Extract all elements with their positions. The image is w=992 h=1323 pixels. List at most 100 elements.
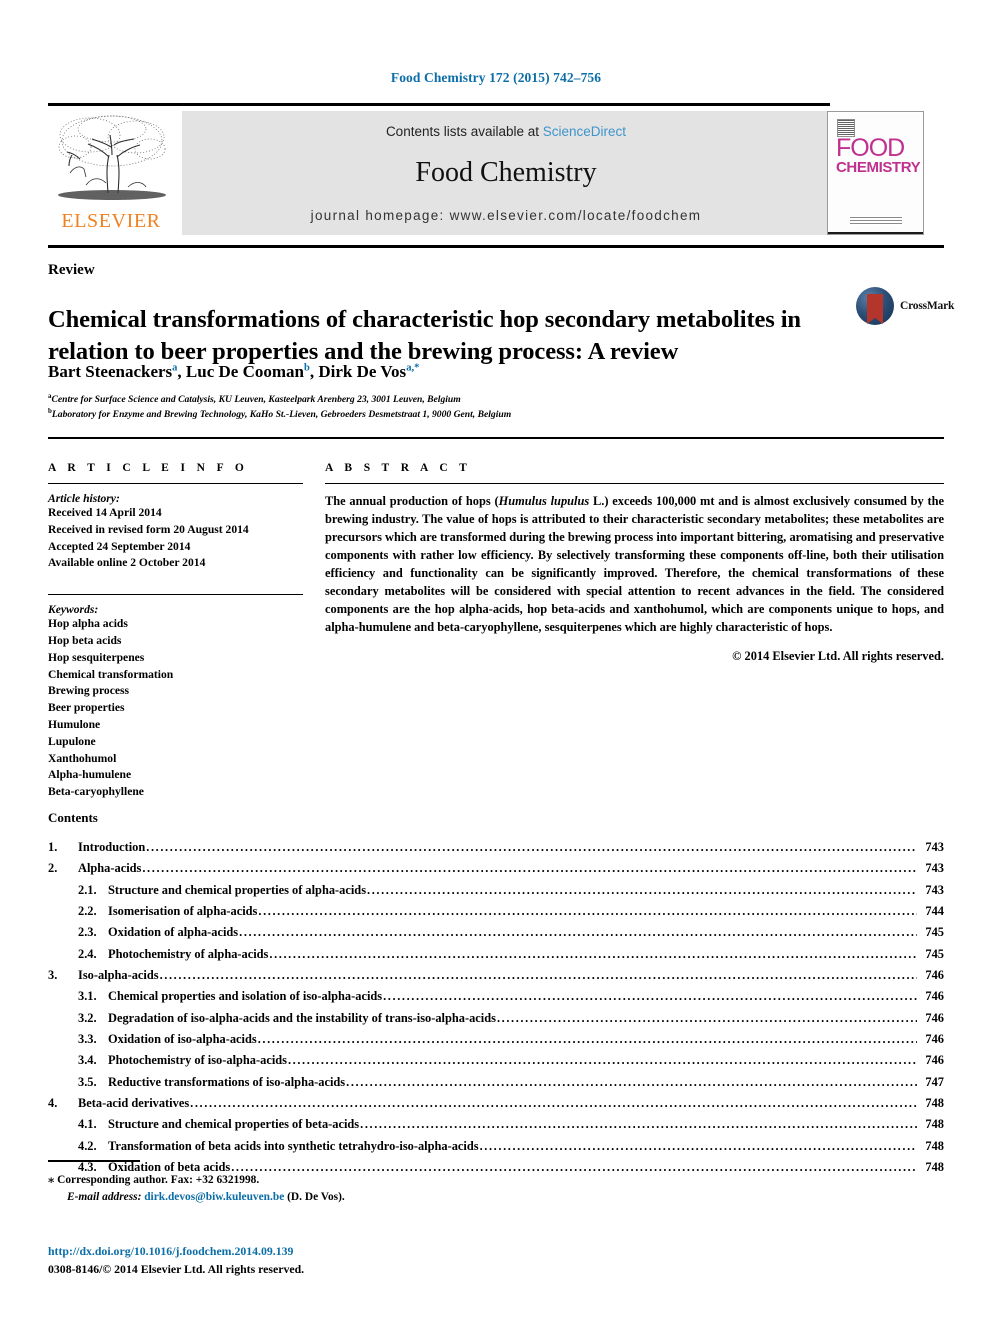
toc-entry[interactable]: 4.2. Transformation of beta acids into sy… bbox=[48, 1136, 944, 1157]
list-item: Hop beta acids bbox=[48, 633, 122, 647]
toc-label: Photochemistry of iso-alpha-acids bbox=[108, 1053, 287, 1068]
toc-dot-leader: ........................................… bbox=[142, 861, 917, 876]
list-item: Hop alpha acids bbox=[48, 617, 128, 631]
toc-label: Oxidation of iso-alpha-acids bbox=[108, 1031, 257, 1046]
toc-label: Chemical properties and isolation of iso… bbox=[108, 989, 383, 1004]
toc-entry[interactable]: 3.1. Chemical properties and isolation of… bbox=[48, 986, 944, 1007]
list-item: Humulone bbox=[48, 717, 101, 731]
sciencedirect-link[interactable]: ScienceDirect bbox=[543, 124, 626, 139]
doi-link[interactable]: http://dx.doi.org/10.1016/j.foodchem.201… bbox=[48, 1243, 648, 1261]
toc-label: Degradation of iso-alpha-acids and the i… bbox=[108, 1010, 496, 1025]
list-item: Available online 2 October 2014 bbox=[48, 556, 206, 570]
list-item: Lupulone bbox=[48, 734, 96, 748]
toc-number: 3. bbox=[48, 967, 58, 982]
title-top-rule bbox=[48, 245, 944, 248]
affiliation-item: bLaboratory for Enzyme and Brewing Techn… bbox=[48, 407, 838, 422]
toc-number: 3.5. bbox=[78, 1074, 97, 1089]
toc-dot-leader: ........................................… bbox=[257, 1031, 917, 1046]
toc-entry[interactable]: 2.2. Isomerisation of alpha-acids........… bbox=[48, 901, 944, 922]
toc-entry[interactable]: 2. Alpha-acids...........................… bbox=[48, 858, 944, 879]
toc-entry[interactable]: 2.4. Photochemistry of alpha-acids.......… bbox=[48, 944, 944, 965]
toc-dot-leader: ........................................… bbox=[269, 946, 917, 961]
issn-copyright-line: 0308-8146/© 2014 Elsevier Ltd. All right… bbox=[48, 1261, 305, 1276]
toc-label: Transformation of beta acids into synthe… bbox=[108, 1138, 479, 1153]
toc-label: Reductive transformations of iso-alpha-a… bbox=[108, 1074, 346, 1089]
email-owner: (D. De Vos). bbox=[287, 1191, 345, 1204]
affiliation-item: aCentre for Surface Science and Catalysi… bbox=[48, 392, 838, 407]
toc-label: Structure and chemical properties of alp… bbox=[108, 882, 367, 897]
toc-number: 1. bbox=[48, 840, 58, 854]
copyright-notice: © 2014 Elsevier Ltd. All rights reserved… bbox=[732, 649, 944, 664]
toc-number: 2.2. bbox=[78, 903, 97, 918]
toc-entry[interactable]: 2.3. Oxidation of alpha-acids............… bbox=[48, 922, 944, 943]
author-entry: Dirk De Vosa,* bbox=[318, 362, 419, 381]
abstract-text: The annual production of hops (Humulus l… bbox=[325, 493, 944, 637]
toc-page-number: 746 bbox=[925, 1010, 944, 1025]
toc-entry[interactable]: 3.2. Degradation of iso-alpha-acids and t… bbox=[48, 1008, 944, 1029]
contents-lists-prefix: Contents lists available at bbox=[385, 124, 543, 139]
toc-dot-leader: ........................................… bbox=[360, 1117, 917, 1132]
toc-entry[interactable]: 3.4. Photochemistry of iso-alpha-acids...… bbox=[48, 1050, 944, 1071]
toc-label: Alpha-acids bbox=[78, 861, 142, 876]
toc-number: 2.1. bbox=[78, 882, 97, 897]
crossmark-circle-icon bbox=[856, 287, 894, 325]
toc-label: Photochemistry of alpha-acids bbox=[108, 946, 269, 961]
keywords-divider bbox=[48, 594, 303, 596]
toc-dot-leader: ........................................… bbox=[496, 1010, 917, 1025]
toc-entry[interactable]: 2.1. Structure and chemical properties of… bbox=[48, 880, 944, 901]
toc-number: 3.1. bbox=[78, 989, 97, 1004]
species-name: Humulus lupulus bbox=[498, 494, 590, 508]
cover-top-rule bbox=[828, 112, 923, 114]
list-item: Received in revised form 20 August 2014 bbox=[48, 522, 249, 536]
elsevier-logo: ELSEVIER bbox=[50, 111, 172, 235]
toc-number: 4.1. bbox=[78, 1117, 97, 1132]
toc-entry[interactable]: 3. Iso-alpha-acids.......................… bbox=[48, 965, 944, 986]
author-name: Dirk De Vos bbox=[318, 362, 407, 381]
toc-dot-leader: ........................................… bbox=[383, 989, 917, 1004]
journal-banner: Contents lists available at ScienceDirec… bbox=[182, 111, 830, 235]
journal-title: Food Chemistry bbox=[415, 157, 597, 188]
article-info-divider bbox=[48, 483, 303, 484]
toc-dot-leader: ........................................… bbox=[367, 882, 917, 897]
toc-page-number: 748 bbox=[925, 1138, 944, 1153]
toc-number: 3.3. bbox=[78, 1031, 97, 1046]
keywords-list: Hop alpha acids Hop beta acids Hop sesqu… bbox=[48, 616, 303, 801]
crossmark-badge[interactable]: CrossMark bbox=[856, 287, 954, 327]
author-list: Bart Steenackersa, Luc De Coomanb, Dirk … bbox=[48, 362, 838, 382]
journal-cover-thumbnail: FOOD CHEMISTRY bbox=[827, 111, 924, 235]
toc-page-number: 748 bbox=[925, 1095, 944, 1110]
toc-label: Structure and chemical properties of bet… bbox=[108, 1117, 360, 1132]
running-head: Food Chemistry 172 (2015) 742–756 bbox=[390, 70, 602, 85]
toc-entry[interactable]: 3.5. Reductive transformations of iso-alp… bbox=[48, 1072, 944, 1093]
list-item: Accepted 24 September 2014 bbox=[48, 539, 191, 553]
cover-word-chemistry: CHEMISTRY bbox=[836, 159, 921, 176]
masthead-top-rule bbox=[48, 103, 830, 106]
email-link[interactable]: dirk.devos@biw.kuleuven.be bbox=[144, 1191, 284, 1203]
cover-word-food: FOOD bbox=[836, 134, 905, 162]
toc-label: Iso-alpha-acids bbox=[78, 967, 159, 982]
author-affiliation-mark: a,* bbox=[406, 362, 420, 374]
toc-page-number: 747 bbox=[925, 1074, 944, 1089]
toc-page-number: 744 bbox=[925, 903, 944, 918]
toc-dot-leader: ........................................… bbox=[146, 840, 917, 854]
toc-dot-leader: ........................................… bbox=[239, 925, 917, 940]
journal-homepage-link[interactable]: journal homepage: www.elsevier.com/locat… bbox=[182, 208, 830, 223]
toc-number: 2.4. bbox=[78, 946, 97, 961]
abstract-part2: L.) exceeds 100,000 mt and is almost exc… bbox=[325, 494, 944, 634]
article-history-label: Article history: bbox=[48, 492, 120, 505]
toc-number: 2. bbox=[48, 861, 58, 876]
toc-entry[interactable]: 3.3. Oxidation of iso-alpha-acids........… bbox=[48, 1029, 944, 1050]
toc-entry[interactable]: 4. Beta-acid derivatives.................… bbox=[48, 1093, 944, 1114]
toc-number: 2.3. bbox=[78, 925, 97, 940]
contents-lists-line: Contents lists available at ScienceDirec… bbox=[182, 124, 830, 139]
toc-label: Isomerisation of alpha-acids bbox=[108, 903, 258, 918]
article-history-list: Received 14 April 2014 Received in revis… bbox=[48, 505, 303, 572]
toc-entry[interactable]: 4.1. Structure and chemical properties of… bbox=[48, 1114, 944, 1135]
corresponding-author-footnote: ⁎ Corresponding author. Fax: +32 6321998… bbox=[48, 1170, 608, 1206]
corresponding-author-line: ⁎ Corresponding author. Fax: +32 6321998… bbox=[48, 1170, 608, 1189]
article-doctype: Review bbox=[48, 262, 95, 278]
toc-entry[interactable]: 1. Introduction..........................… bbox=[48, 837, 944, 858]
journal-masthead: ELSEVIER Contents lists available at Sci… bbox=[48, 103, 944, 235]
keywords-label: Keywords: bbox=[48, 603, 99, 617]
toc-page-number: 743 bbox=[925, 861, 944, 876]
